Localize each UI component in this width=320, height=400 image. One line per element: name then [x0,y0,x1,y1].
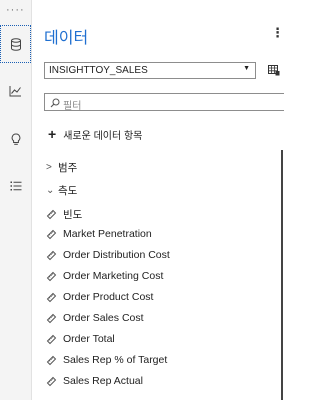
group-label: 측도 [58,185,78,197]
measure-label: Order Product Cost [63,291,154,303]
ruler-icon [46,376,57,386]
ruler-icon [46,209,57,220]
list-icon [10,181,21,191]
panel-title: 데이터 [44,30,89,47]
measure-item[interactable]: Sales Rep Actual [46,375,143,387]
insights-tab-button[interactable] [0,120,31,158]
add-data-item-button[interactable]: + 새로운 데이터 항목 [48,126,142,142]
ruler-icon [46,250,57,260]
database-icon [10,37,21,51]
list-tab-button[interactable] [0,167,31,205]
group-label: 범주 [58,162,78,174]
caret-down-icon: ▼ [243,65,250,72]
measure-item[interactable]: Order Total [46,333,115,345]
measure-label: Order Marketing Cost [63,270,164,282]
measure-label: Order Sales Cost [63,312,144,324]
measure-item[interactable]: Order Distribution Cost [46,249,170,261]
measure-label: Market Penetration [63,228,152,240]
table-icon[interactable] [268,65,280,76]
measure-label: Sales Rep % of Target [63,354,168,366]
data-tab-button[interactable] [0,25,31,63]
ruler-icon [46,313,57,323]
measure-item[interactable]: Order Sales Cost [46,312,144,324]
chevron-down-icon: ⌄ [46,185,55,196]
measure-item[interactable]: Order Product Cost [46,291,153,303]
measure-label: 빈도 [63,209,83,221]
filter-input[interactable]: 필터 [44,93,284,112]
ruler-icon [46,334,57,344]
visualization-tab-button[interactable] [0,72,31,110]
lightbulb-icon [11,132,20,145]
measure-item[interactable]: Market Penetration [46,228,152,240]
line-chart-icon [9,86,21,97]
measure-item[interactable]: Sales Rep % of Target [46,354,167,366]
data-source-value: INSIGHTTOY_SALES [49,65,148,76]
measure-label: Order Distribution Cost [63,249,170,261]
add-data-item-label: 새로운 데이터 항목 [63,130,143,142]
ruler-icon [46,355,57,365]
ruler-icon [46,292,57,302]
search-icon [50,98,60,108]
group-categories[interactable]: > 범주 [46,160,77,175]
measure-item[interactable]: Order Marketing Cost [46,270,163,282]
plus-icon: + [48,126,57,142]
ruler-icon [46,271,57,281]
filter-placeholder: 필터 [63,101,82,112]
kebab-menu-icon[interactable]: ⋮ [271,25,284,41]
data-source-select[interactable]: INSIGHTTOY_SALES ▼ [44,62,256,79]
data-panel: 데이터 ⋮ INSIGHTTOY_SALES ▼ 필터 + 새로운 데이터 항목… [32,0,284,400]
more-dots-icon[interactable]: ···· [6,4,25,16]
left-rail: ···· [0,0,32,400]
ruler-icon [46,229,57,239]
measure-label: Sales Rep Actual [63,375,143,387]
measure-item[interactable]: 빈도 [46,207,82,222]
scrollbar[interactable] [281,150,283,400]
group-measures[interactable]: ⌄ 측도 [46,183,77,198]
measure-label: Order Total [63,333,115,345]
chevron-right-icon: > [46,162,52,173]
